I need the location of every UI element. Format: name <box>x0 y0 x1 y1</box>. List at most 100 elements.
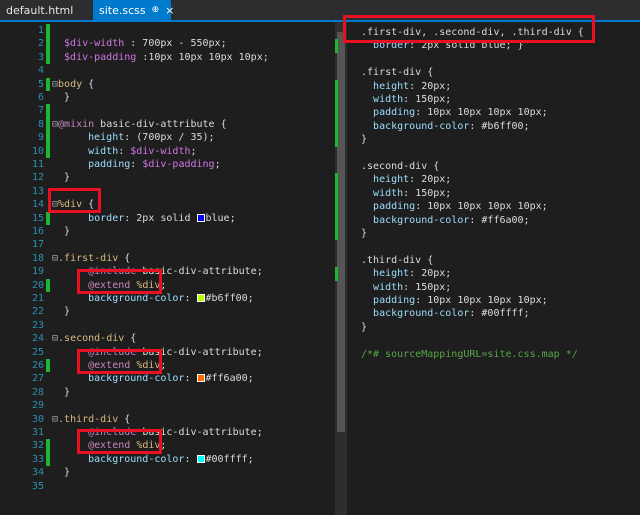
code-line[interactable]: 29 <box>0 399 335 412</box>
code-line[interactable]: 8 ⊟@mixin basic-div-attribute { <box>0 117 335 132</box>
scss-editor-pane[interactable]: 12 $div-width : 700px - 550px; 3 $div-pad… <box>0 22 335 515</box>
line-number: 31 <box>31 427 44 438</box>
tab-default-html[interactable]: default.html <box>0 0 93 20</box>
code-line[interactable]: 27 background-color: #ff6a00; <box>0 372 335 385</box>
code-token: : #00ffff; <box>469 308 530 320</box>
code-line[interactable]: 32 @extend %div; <box>0 439 335 453</box>
code-line[interactable]: 20 @extend %div; <box>0 278 335 292</box>
code-token: .first-div <box>58 252 119 264</box>
line-number: 25 <box>31 346 44 358</box>
highlight-extend-second <box>77 349 162 374</box>
color-swatch-icon[interactable] <box>196 454 205 463</box>
css-code-line[interactable]: } <box>361 133 367 146</box>
code-line[interactable]: 4 <box>0 64 335 77</box>
line-number: 19 <box>31 266 44 278</box>
pin-icon[interactable]: ⊕ <box>152 5 160 15</box>
code-text: ⊟@mixin basic-div-attribute { <box>52 118 227 131</box>
code-token: body <box>58 78 83 90</box>
tab-site-scss[interactable]: site.scss ⊕ × <box>93 0 174 20</box>
code-line[interactable]: 30 ⊟.third-div { <box>0 413 335 426</box>
code-line[interactable]: 12 } <box>0 171 335 184</box>
css-code-line[interactable]: width: 150px; <box>361 187 451 200</box>
change-marker <box>46 117 50 132</box>
code-line[interactable]: 21 background-color: #b6ff00; <box>0 292 335 305</box>
code-token: : 2px solid <box>124 212 197 224</box>
css-code-line[interactable]: .first-div { <box>361 66 433 79</box>
code-token: : <box>184 453 197 465</box>
css-code-line[interactable]: background-color: #ff6a00; <box>361 214 530 227</box>
code-line[interactable]: 22 } <box>0 305 335 318</box>
code-token: background-color <box>88 373 185 385</box>
code-line[interactable]: 15 border: 2px solid blue; <box>0 211 335 225</box>
line-number: 1 <box>37 25 44 36</box>
code-line[interactable]: 6 } <box>0 91 335 104</box>
css-code-line[interactable]: padding: 10px 10px 10px 10px; <box>361 200 548 213</box>
change-marker <box>46 37 50 51</box>
code-text: } <box>52 225 70 238</box>
code-text: $div-padding :10px 10px 10px 10px; <box>52 51 269 64</box>
code-text: } <box>52 386 70 399</box>
code-line[interactable]: 7 <box>0 104 335 118</box>
css-output-pane[interactable]: .first-div, .second-div, .third-div { bo… <box>335 22 640 515</box>
css-code-line[interactable]: height: 20px; <box>361 173 451 186</box>
code-token: : <box>184 293 197 304</box>
color-swatch-icon[interactable] <box>196 213 205 222</box>
code-token: : 150px; <box>403 94 452 105</box>
code-text: width: $div-width; <box>52 145 196 158</box>
code-line[interactable]: 24 ⊟.second-div { <box>0 332 335 345</box>
scrollbar-thumb[interactable] <box>337 32 345 432</box>
code-line[interactable]: 28 } <box>0 386 335 399</box>
code-token: : 20px; <box>409 174 452 186</box>
color-swatch-icon[interactable] <box>196 294 205 302</box>
code-line[interactable]: 3 $div-padding :10px 10px 10px 10px; <box>0 50 335 65</box>
code-line[interactable]: 2 $div-width : 700px - 550px; <box>0 37 335 51</box>
code-line[interactable]: 17 <box>0 238 335 251</box>
code-line[interactable]: 33 background-color: #00ffff; <box>0 452 335 467</box>
code-line[interactable]: 31 @include basic-div-attribute; <box>0 426 335 439</box>
css-code-line[interactable]: } <box>361 227 367 240</box>
change-marker <box>335 133 338 147</box>
css-code-line[interactable]: background-color: #b6ff00; <box>361 120 530 133</box>
code-token: : #b6ff00; <box>469 120 530 132</box>
code-line[interactable]: 5 ⊟body { <box>0 77 335 91</box>
code-line[interactable]: 19 @include basic-div-attribute; <box>0 265 335 278</box>
line-number: 24 <box>31 333 44 345</box>
css-code-line[interactable]: width: 150px; <box>361 281 451 294</box>
code-token: height <box>373 268 410 280</box>
css-code-line[interactable]: padding: 10px 10px 10px 10px; <box>361 106 548 119</box>
css-code-line[interactable]: background-color: #00ffff; <box>361 307 530 320</box>
change-marker <box>335 106 338 120</box>
code-line[interactable]: 25 @include basic-div-attribute; <box>0 346 335 359</box>
css-code-line[interactable]: padding: 10px 10px 10px 10px; <box>361 294 548 307</box>
code-line[interactable]: 23 <box>0 319 335 332</box>
code-line[interactable]: 35 <box>0 480 335 493</box>
code-line[interactable]: 1 <box>0 24 335 38</box>
close-icon[interactable]: × <box>165 4 174 17</box>
code-token: : <box>184 373 197 385</box>
css-code-line[interactable]: height: 20px; <box>361 267 451 280</box>
css-code-line[interactable]: .second-div { <box>361 160 439 173</box>
css-code-line[interactable]: height: 20px; <box>361 80 451 93</box>
code-line[interactable]: 9 height: (700px / 35); <box>0 131 335 145</box>
code-line[interactable]: 26 @extend %div; <box>0 359 335 373</box>
css-code-line[interactable]: width: 150px; <box>361 93 451 106</box>
code-line[interactable]: 16 } <box>0 225 335 238</box>
css-code-line[interactable]: /*# sourceMappingURL=site.css.map */ <box>361 348 578 361</box>
code-line[interactable]: 18 ⊟.first-div { <box>0 252 335 265</box>
code-line[interactable]: 11 padding: $div-padding; <box>0 158 335 171</box>
change-marker <box>335 200 338 214</box>
css-code-line[interactable]: } <box>361 321 367 334</box>
css-code-line[interactable]: .third-div { <box>361 254 433 267</box>
change-marker <box>335 213 338 227</box>
code-text: background-color: #00ffff; <box>52 453 254 466</box>
code-line[interactable]: 34 } <box>0 466 335 479</box>
code-line[interactable]: 10 width: $div-width; <box>0 144 335 158</box>
color-swatch-icon[interactable] <box>196 374 205 383</box>
